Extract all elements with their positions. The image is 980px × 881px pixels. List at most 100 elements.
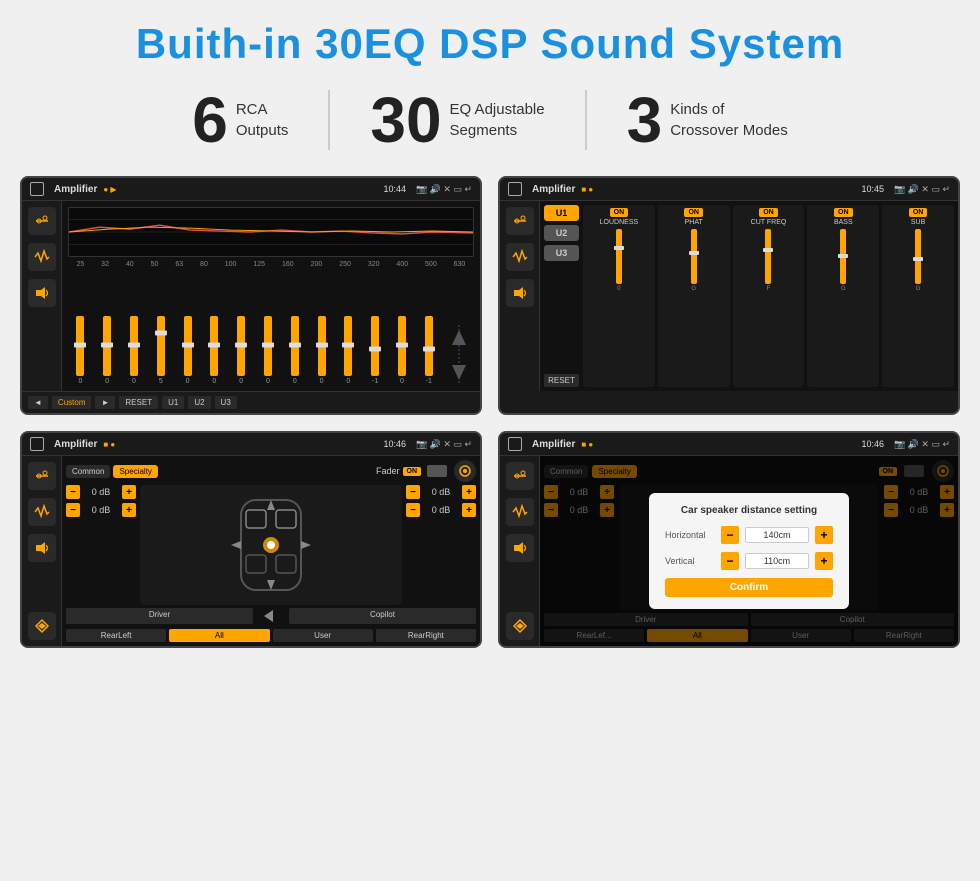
eq-slider-14[interactable]: -1 [425, 316, 433, 385]
eq-slider-15[interactable] [452, 325, 466, 385]
eq-sidebar-vol-btn[interactable] [28, 279, 56, 307]
fader-all-btn[interactable]: All [169, 629, 269, 642]
ch-phat-slider[interactable] [691, 229, 697, 284]
crossover-sidebar-wave-btn[interactable] [506, 243, 534, 271]
eq-play-btn[interactable]: ► [95, 396, 115, 409]
eq-u2-btn[interactable]: U2 [188, 396, 210, 409]
crossover-sidebar-eq-btn[interactable] [506, 207, 534, 235]
eq-slider-2[interactable]: 0 [103, 316, 111, 385]
fader-sidebar-eq-btn[interactable] [28, 462, 56, 490]
fader-minus-3[interactable]: − [406, 485, 420, 499]
eq-slider-8[interactable]: 0 [264, 316, 272, 385]
crossover-u2-btn[interactable]: U2 [544, 225, 579, 241]
eq-slider-6[interactable]: 0 [210, 316, 218, 385]
ch-sub-on[interactable]: ON [909, 208, 928, 217]
screenshots-grid: Amplifier ● ▶ 10:44 📷 🔊 ✕ ▭ ↵ [20, 176, 960, 648]
fader-db-row-2: − 0 dB + [66, 503, 136, 517]
fader-settings-icon[interactable] [454, 460, 476, 482]
fader-copilot-btn[interactable]: Copilot [289, 608, 476, 624]
ch-loudness-on[interactable]: ON [610, 208, 629, 217]
fader-bottom-buttons-2: RearLeft All User RearRight [66, 629, 476, 642]
fader-sidebar-vol-btn[interactable] [28, 534, 56, 562]
fader-driver-btn[interactable]: Driver [66, 608, 253, 624]
eq-app-name: Amplifier [54, 184, 97, 195]
ch-sub-slider[interactable] [915, 229, 921, 284]
horizontal-plus-btn[interactable]: + [815, 526, 833, 544]
distance-sidebar-eq-btn[interactable] [506, 462, 534, 490]
crossover-u3-btn[interactable]: U3 [544, 245, 579, 261]
eq-slider-3[interactable]: 0 [130, 316, 138, 385]
ch-cutfreq-on[interactable]: ON [759, 208, 778, 217]
fader-rearleft-btn[interactable]: RearLeft [66, 629, 166, 642]
stat-crossover-number: 3 [627, 88, 663, 152]
eq-slider-1[interactable]: 0 [76, 316, 84, 385]
distance-status-icons: 📷 🔊 ✕ ▭ ↵ [894, 439, 950, 450]
distance-sidebar-arrow-btn[interactable] [506, 612, 534, 640]
fader-plus-1[interactable]: + [122, 485, 136, 499]
ch-bass-on[interactable]: ON [834, 208, 853, 217]
crossover-status-icons: 📷 🔊 ✕ ▭ ↵ [894, 184, 950, 195]
fader-plus-3[interactable]: + [462, 485, 476, 499]
ch-cutfreq-val: F [767, 286, 771, 292]
fader-db-val-4: 0 dB [423, 505, 459, 515]
fader-sidebar-arrow-btn[interactable] [28, 612, 56, 640]
distance-bg: Common Specialty ON − 0 dB [540, 456, 958, 646]
fader-tab-common[interactable]: Common [66, 465, 110, 478]
vertical-minus-btn[interactable]: − [721, 552, 739, 570]
distance-sidebar-vol-btn[interactable] [506, 534, 534, 562]
vertical-label: Vertical [665, 556, 715, 566]
horizontal-minus-btn[interactable]: − [721, 526, 739, 544]
eq-slider-4[interactable]: 5 [157, 316, 165, 385]
eq-slider-12[interactable]: -1 [371, 316, 379, 385]
fader-slider-mini[interactable] [427, 465, 447, 477]
fader-minus-1[interactable]: − [66, 485, 80, 499]
eq-custom-btn[interactable]: Custom [52, 396, 92, 409]
eq-reset-btn[interactable]: RESET [119, 396, 158, 409]
fader-arrow-left[interactable] [256, 608, 286, 624]
fader-home-icon[interactable] [30, 437, 44, 451]
eq-u1-btn[interactable]: U1 [162, 396, 184, 409]
distance-sidebar-wave-btn[interactable] [506, 498, 534, 526]
ch-sub-label: SUB [911, 219, 925, 226]
fader-status-dots: ■ ● [103, 440, 115, 449]
eq-slider-9[interactable]: 0 [291, 316, 299, 385]
fader-on-badge[interactable]: ON [403, 467, 422, 476]
ch-bass: ON BASS G [807, 205, 879, 387]
fader-user-btn[interactable]: User [273, 629, 373, 642]
fader-minus-2[interactable]: − [66, 503, 80, 517]
ch-phat-label: PHAT [685, 219, 703, 226]
distance-screen-card: Amplifier ■ ● 10:46 📷 🔊 ✕ ▭ ↵ [498, 431, 960, 648]
eq-time: 10:44 [383, 184, 406, 194]
eq-sidebar-wave-btn[interactable] [28, 243, 56, 271]
eq-slider-11[interactable]: 0 [344, 316, 352, 385]
crossover-reset-btn[interactable]: RESET [544, 374, 579, 387]
fader-plus-2[interactable]: + [122, 503, 136, 517]
eq-slider-5[interactable]: 0 [184, 316, 192, 385]
distance-home-icon[interactable] [508, 437, 522, 451]
home-icon[interactable] [30, 182, 44, 196]
eq-prev-btn[interactable]: ◄ [28, 396, 48, 409]
eq-slider-10[interactable]: 0 [318, 316, 326, 385]
fader-sidebar-wave-btn[interactable] [28, 498, 56, 526]
vertical-plus-btn[interactable]: + [815, 552, 833, 570]
fader-tab-specialty[interactable]: Specialty [113, 465, 157, 478]
ch-cutfreq-slider[interactable] [765, 229, 771, 284]
vertical-row: Vertical − 110cm + [665, 552, 833, 570]
ch-loudness-slider[interactable] [616, 229, 622, 284]
ch-bass-slider[interactable] [840, 229, 846, 284]
crossover-u1-btn[interactable]: U1 [544, 205, 579, 221]
stat-crossover-label: Kinds of Crossover Modes [670, 99, 788, 141]
distance-screen-content: Common Specialty ON − 0 dB [500, 456, 958, 646]
fader-minus-4[interactable]: − [406, 503, 420, 517]
eq-slider-7[interactable]: 0 [237, 316, 245, 385]
fader-plus-4[interactable]: + [462, 503, 476, 517]
crossover-home-icon[interactable] [508, 182, 522, 196]
crossover-sidebar-vol-btn[interactable] [506, 279, 534, 307]
eq-slider-13[interactable]: 0 [398, 316, 406, 385]
confirm-button[interactable]: Confirm [665, 578, 833, 597]
eq-status-dots: ● ▶ [103, 185, 116, 194]
eq-sidebar-eq-btn[interactable] [28, 207, 56, 235]
ch-phat-on[interactable]: ON [684, 208, 703, 217]
fader-rearright-btn[interactable]: RearRight [376, 629, 476, 642]
eq-u3-btn[interactable]: U3 [215, 396, 237, 409]
